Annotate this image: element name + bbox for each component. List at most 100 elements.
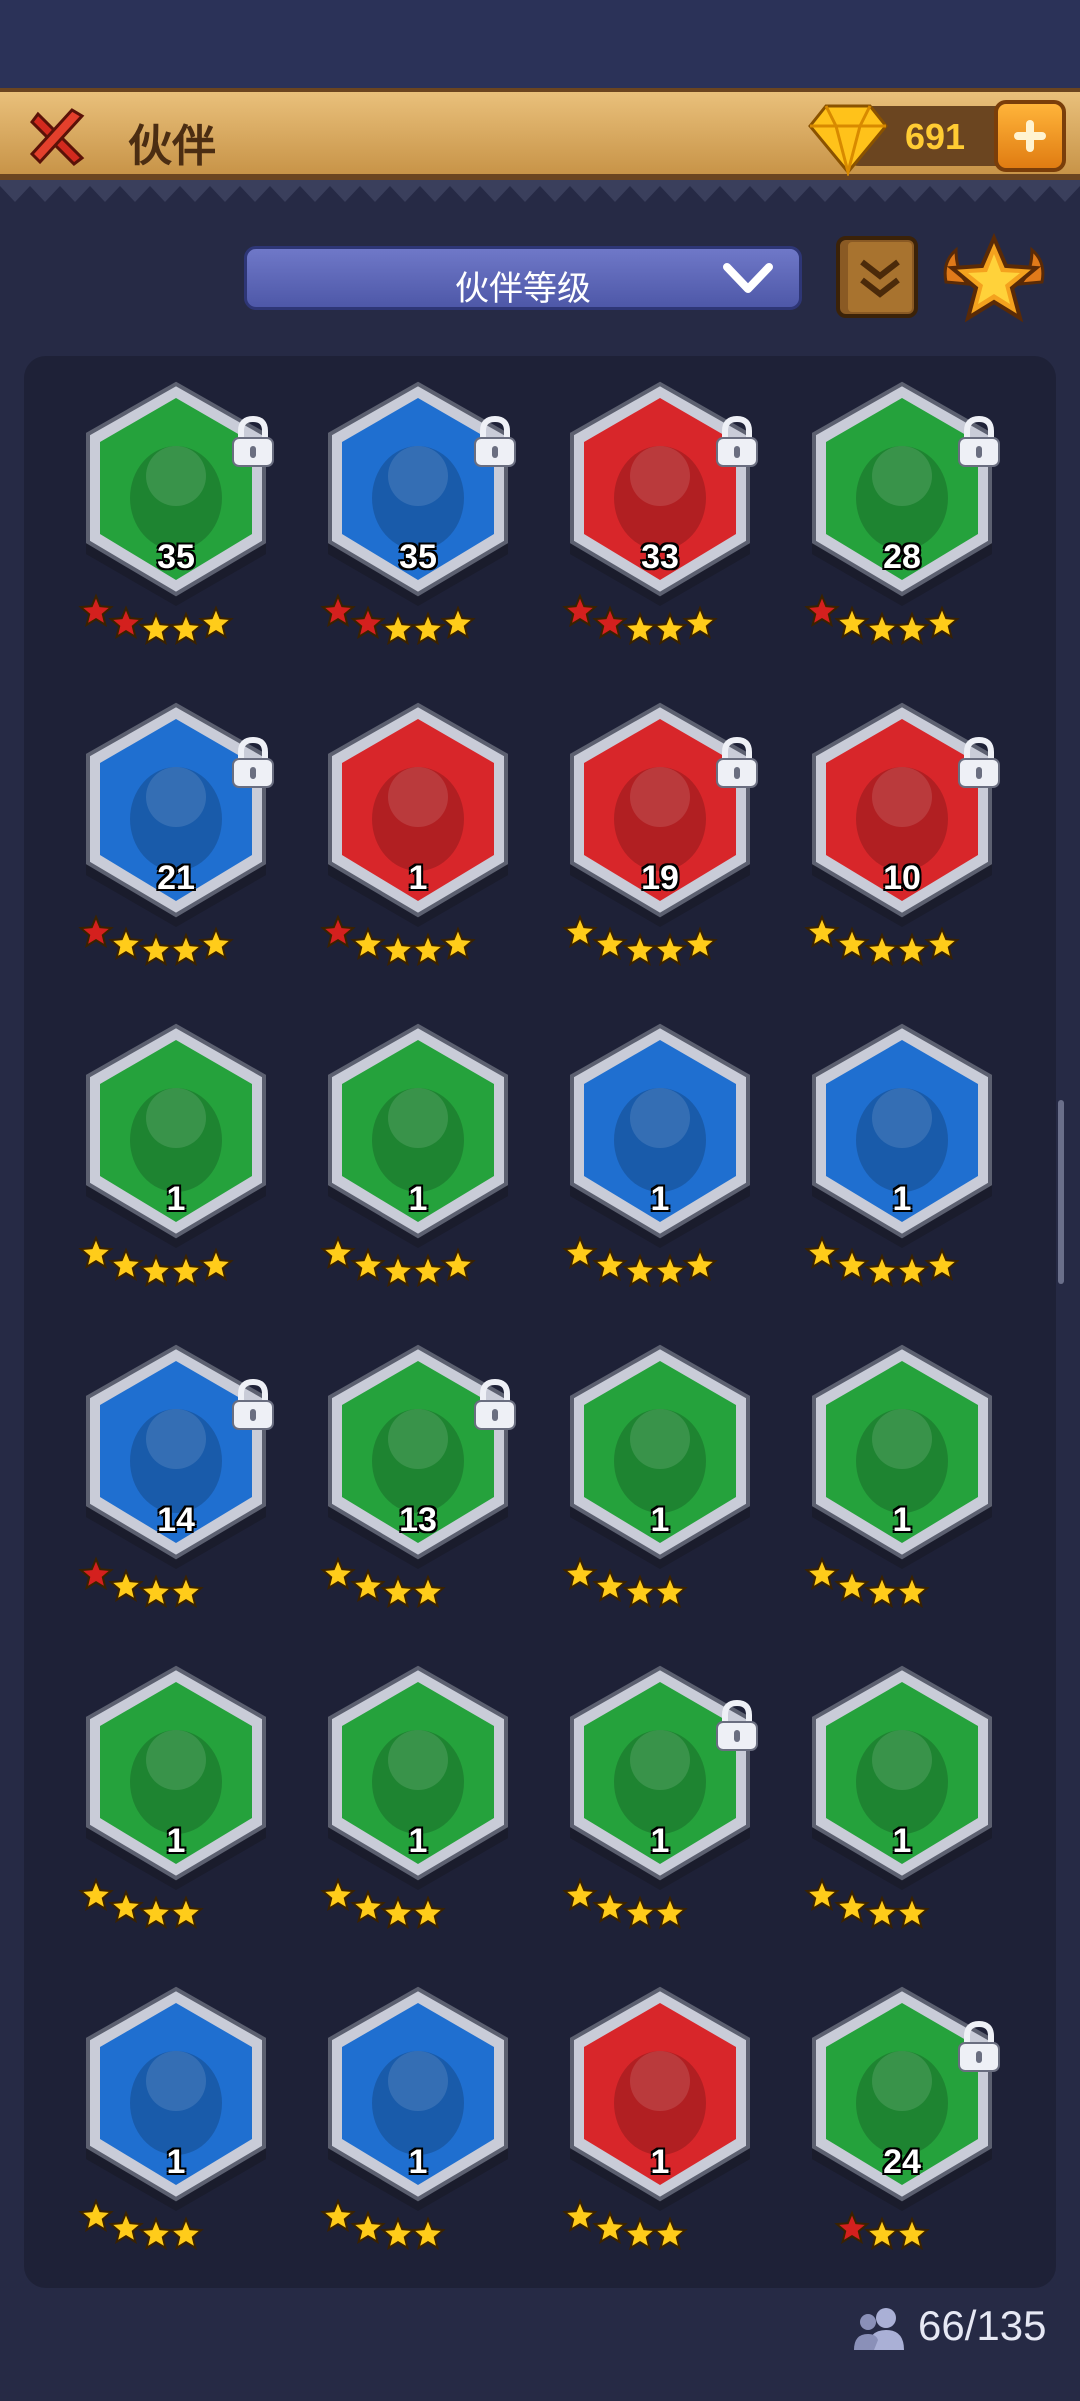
star-rating bbox=[562, 1877, 688, 1930]
partner-level: 21 bbox=[157, 859, 195, 897]
add-gems-button[interactable] bbox=[994, 100, 1066, 172]
gold-star-icon bbox=[380, 611, 416, 646]
partner-card[interactable]: 35 bbox=[76, 380, 276, 660]
partner-card[interactable]: 33 bbox=[560, 380, 760, 660]
gold-star-icon bbox=[168, 611, 204, 646]
star-rating bbox=[320, 593, 476, 646]
star-rating bbox=[78, 1556, 204, 1609]
star-rating bbox=[78, 1235, 234, 1288]
gold-star-icon bbox=[834, 1247, 870, 1282]
gold-star-icon bbox=[682, 605, 718, 640]
gold-star-icon bbox=[350, 1889, 386, 1924]
star-rating bbox=[562, 1556, 688, 1609]
partner-card[interactable]: 24 bbox=[802, 1985, 1002, 2265]
star-rating bbox=[804, 593, 960, 646]
partner-card[interactable]: 35 bbox=[318, 380, 518, 660]
gold-star-icon bbox=[562, 1556, 598, 1591]
gold-star-icon bbox=[682, 926, 718, 961]
red-star-icon bbox=[804, 593, 840, 628]
partner-level: 14 bbox=[157, 1501, 195, 1539]
sort-dropdown-label: 伙伴等级 bbox=[455, 270, 591, 308]
partner-card[interactable]: 1 bbox=[76, 1664, 276, 1944]
page-title: 伙伴 bbox=[128, 122, 216, 171]
gold-star-icon bbox=[108, 1568, 144, 1603]
partner-level: 35 bbox=[157, 538, 195, 576]
partner-card[interactable]: 10 bbox=[802, 701, 1002, 981]
gold-star-icon bbox=[894, 611, 930, 646]
lock-icon bbox=[716, 415, 758, 467]
partner-card[interactable]: 1 bbox=[76, 1022, 276, 1302]
gold-star-icon bbox=[622, 1895, 658, 1930]
red-star-icon bbox=[78, 914, 114, 949]
star-rating bbox=[834, 2210, 930, 2251]
gold-star-icon bbox=[804, 914, 840, 949]
star-rank-icon[interactable] bbox=[938, 232, 1050, 324]
close-icon[interactable] bbox=[28, 106, 92, 170]
gold-star-icon bbox=[562, 2198, 598, 2233]
book-icon[interactable] bbox=[832, 232, 922, 322]
gold-star-icon bbox=[652, 932, 688, 967]
partner-level: 24 bbox=[883, 2143, 921, 2181]
partner-card[interactable]: 1 bbox=[560, 1343, 760, 1623]
gold-star-icon bbox=[562, 914, 598, 949]
gold-star-icon bbox=[592, 1889, 628, 1924]
gold-star-icon bbox=[410, 932, 446, 967]
gold-star-icon bbox=[804, 1235, 840, 1270]
partner-card[interactable]: 1 bbox=[560, 1022, 760, 1302]
gold-star-icon bbox=[138, 932, 174, 967]
star-rating bbox=[78, 2198, 204, 2251]
star-rating bbox=[320, 1235, 476, 1288]
partner-level: 1 bbox=[408, 2143, 428, 2181]
red-star-icon bbox=[592, 605, 628, 640]
partner-card[interactable]: 1 bbox=[560, 1664, 760, 1944]
lock-icon bbox=[474, 1378, 516, 1430]
partner-card[interactable]: 1 bbox=[802, 1343, 1002, 1623]
partner-level: 33 bbox=[641, 538, 679, 576]
gold-star-icon bbox=[894, 932, 930, 967]
gold-star-icon bbox=[592, 1247, 628, 1282]
sort-dropdown[interactable]: 伙伴等级 bbox=[244, 246, 802, 310]
partner-card[interactable]: 1 bbox=[560, 1985, 760, 2265]
chevron-down-icon bbox=[723, 263, 773, 293]
partner-level: 1 bbox=[166, 1180, 186, 1218]
lock-icon bbox=[232, 415, 274, 467]
partner-card[interactable]: 1 bbox=[318, 701, 518, 981]
header-trim bbox=[0, 180, 1080, 202]
star-rating bbox=[804, 914, 960, 967]
partner-level: 1 bbox=[650, 1822, 670, 1860]
gold-star-icon bbox=[108, 1247, 144, 1282]
scrollbar[interactable] bbox=[1058, 1100, 1064, 1284]
partner-level: 1 bbox=[650, 1180, 670, 1218]
partner-card[interactable]: 1 bbox=[802, 1022, 1002, 1302]
gold-star-icon bbox=[108, 926, 144, 961]
gold-star-icon bbox=[198, 605, 234, 640]
gold-star-icon bbox=[622, 1574, 658, 1609]
partner-card[interactable]: 1 bbox=[318, 1985, 518, 2265]
gold-star-icon bbox=[834, 1889, 870, 1924]
partner-card[interactable]: 1 bbox=[802, 1664, 1002, 1944]
gold-star-icon bbox=[682, 1247, 718, 1282]
gold-star-icon bbox=[652, 1574, 688, 1609]
star-rating bbox=[562, 1235, 718, 1288]
star-rating bbox=[804, 1877, 930, 1930]
gold-star-icon bbox=[894, 1895, 930, 1930]
star-rating bbox=[78, 593, 234, 646]
partner-card[interactable]: 19 bbox=[560, 701, 760, 981]
star-rating bbox=[320, 1556, 446, 1609]
partner-card[interactable]: 1 bbox=[318, 1664, 518, 1944]
gold-star-icon bbox=[652, 1895, 688, 1930]
star-rating bbox=[562, 2198, 688, 2251]
gold-star-icon bbox=[380, 1895, 416, 1930]
gold-star-icon bbox=[380, 2216, 416, 2251]
gold-star-icon bbox=[864, 932, 900, 967]
partner-card[interactable]: 28 bbox=[802, 380, 1002, 660]
partner-card[interactable]: 1 bbox=[76, 1985, 276, 2265]
gold-star-icon bbox=[410, 1895, 446, 1930]
gold-star-icon bbox=[380, 1574, 416, 1609]
partner-card[interactable]: 13 bbox=[318, 1343, 518, 1623]
partner-card[interactable]: 1 bbox=[318, 1022, 518, 1302]
partner-card[interactable]: 21 bbox=[76, 701, 276, 981]
star-rating bbox=[78, 1877, 204, 1930]
gold-star-icon bbox=[410, 1253, 446, 1288]
partner-card[interactable]: 14 bbox=[76, 1343, 276, 1623]
